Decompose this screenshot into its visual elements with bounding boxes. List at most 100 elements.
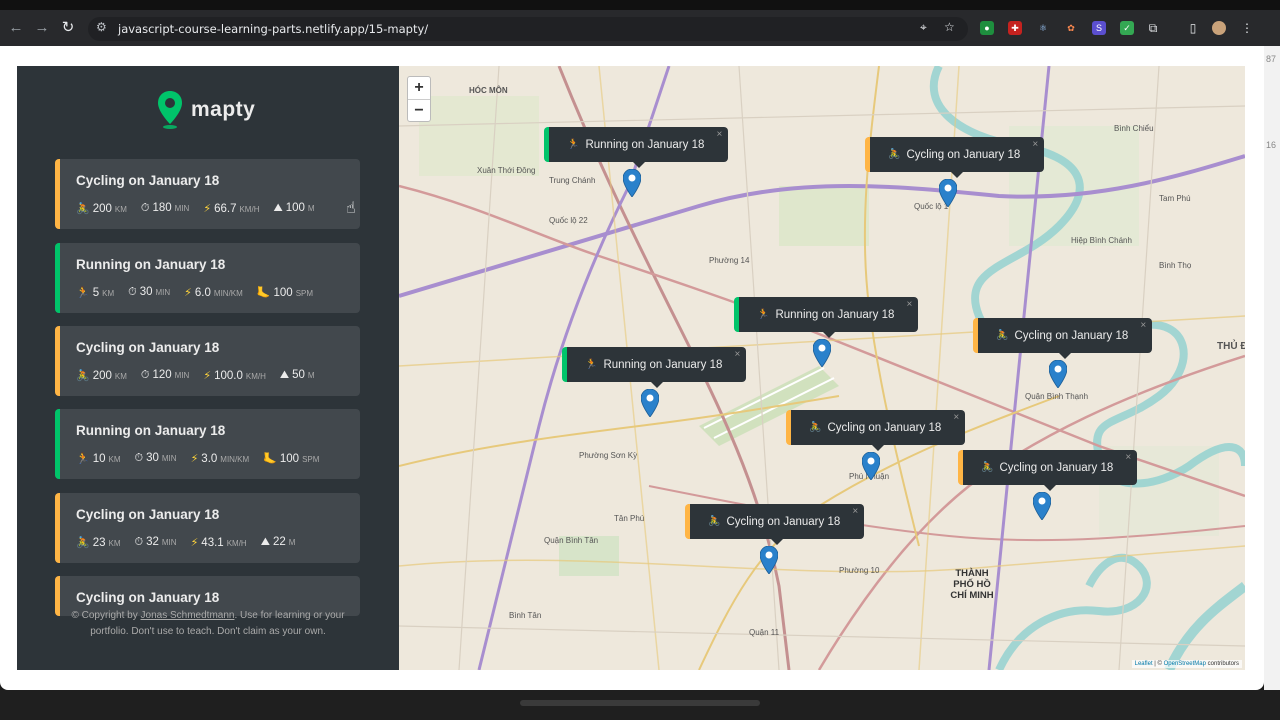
pace-unit: MIN/KM (213, 289, 243, 298)
speed-unit: KM/H (226, 539, 247, 548)
popup-close-icon[interactable]: × (953, 412, 959, 423)
workout-details: 🏃 5 KM ⏱ 30 MIN ⚡ 6.0 MIN/KM 🦶 100 SPM (76, 286, 327, 299)
pace-detail: ⚡ 3.0 MIN/KM (191, 452, 250, 465)
popup-close-icon[interactable]: × (852, 506, 858, 517)
location-icon[interactable]: ⌖ (920, 20, 927, 35)
mountain-icon: ⛰ (279, 369, 290, 381)
map-label: Bình Chiểu (1114, 124, 1154, 133)
distance-unit: KM (108, 455, 121, 464)
distance-unit: KM (102, 289, 115, 298)
extension-s-icon[interactable]: S (1092, 21, 1106, 35)
address-bar[interactable]: ⚙ javascript-course-learning-parts.netli… (88, 17, 968, 41)
extensions-puzzle-icon[interactable]: ⧉ (1146, 21, 1160, 35)
map-marker-icon[interactable] (862, 452, 880, 480)
workout-item[interactable]: Cycling on January 18 🚴 200 KM ⏱ 120 MIN ⚡ 10… (55, 326, 360, 396)
runner-icon: 🏃 (585, 359, 598, 370)
map-marker-icon[interactable] (760, 546, 778, 574)
workout-item[interactable]: Cycling on January 18 🚴 200 KM ⏱ 180 MIN ⚡ 66… (55, 159, 360, 229)
stopwatch-icon: ⏱ (128, 286, 137, 298)
workout-popup[interactable]: 🚴 Cycling on January 18 × (786, 410, 966, 451)
side-panel-icon[interactable]: ▯ (1186, 21, 1200, 35)
map-marker-icon[interactable] (1049, 360, 1067, 388)
distance-value: 200 (92, 370, 112, 382)
distance-value: 5 (92, 287, 100, 299)
distance-unit: KM (108, 539, 121, 548)
cadence-unit: SPM (302, 455, 320, 464)
map-label: Trung Chánh (549, 176, 596, 185)
author-link[interactable]: Jonas Schmedtmann (141, 610, 235, 621)
duration-value: 30 (139, 286, 153, 298)
popup-close-icon[interactable]: × (1125, 452, 1131, 463)
cyclist-icon: 🚴 (996, 330, 1009, 341)
popup-label: Cycling on January 18 (1014, 329, 1129, 342)
extension-red-icon[interactable]: ✚ (1008, 21, 1022, 35)
tab-strip (0, 0, 1280, 10)
extension-orange-icon[interactable]: ✿ (1064, 21, 1078, 35)
duration-detail: ⏱ 30 MIN (128, 286, 170, 299)
duration-value: 180 (152, 202, 172, 214)
reload-icon[interactable]: ↻ (58, 18, 78, 38)
distance-value: 200 (92, 203, 112, 215)
stopwatch-icon: ⏱ (140, 202, 150, 214)
workout-popup[interactable]: 🏃 Running on January 18 × (562, 347, 747, 388)
workout-type-bar (55, 159, 60, 229)
logo-text: mapty (191, 98, 256, 121)
extension-react-icon[interactable]: ⚛ (1036, 21, 1050, 35)
workout-popup[interactable]: 🏃 Running on January 18 × (544, 127, 729, 168)
workout-popup[interactable]: 🚴 Cycling on January 18 × (958, 450, 1138, 491)
footprint-icon: 🦶 (263, 453, 277, 465)
distance-unit: KM (114, 372, 127, 381)
workout-item[interactable]: Running on January 18 🏃 5 KM ⏱ 30 MIN ⚡ 6.0 MI… (55, 243, 360, 313)
workout-popup[interactable]: 🚴 Cycling on January 18 × (685, 504, 865, 545)
popup-close-icon[interactable]: × (907, 299, 913, 310)
workout-details: 🚴 23 KM ⏱ 32 MIN ⚡ 43.1 KM/H ⛰ 22 M (76, 536, 309, 549)
popup-close-icon[interactable]: × (717, 129, 723, 140)
extension-green-icon[interactable]: ● (980, 21, 994, 35)
map-label: Phường 10 (839, 566, 880, 575)
address-url: javascript-course-learning-parts.netlify… (118, 22, 429, 36)
map-marker-icon[interactable] (641, 389, 659, 417)
zoom-out-button[interactable]: − (408, 99, 430, 121)
popup-close-icon[interactable]: × (735, 349, 741, 360)
back-icon[interactable]: ← (6, 18, 26, 38)
workout-item[interactable]: Cycling on January 18 🚴 23 KM ⏱ 32 MIN ⚡ 43.1… (55, 493, 360, 563)
workout-type-bar (55, 243, 60, 313)
map-container[interactable]: HÓC MÔN Xuân Thới Đông Trung Chánh Quốc … (399, 66, 1245, 670)
workout-popup[interactable]: 🏃 Running on January 18 × (734, 297, 919, 338)
cyclist-icon: 🚴 (981, 462, 994, 473)
distance-detail: 🚴 200 KM (76, 202, 127, 215)
popup-close-icon[interactable]: × (1140, 320, 1146, 331)
elevation-detail: ⛰ 50 M (280, 369, 315, 382)
workout-title: Cycling on January 18 (76, 173, 220, 188)
zoom-in-button[interactable]: + (408, 77, 430, 99)
map-label: Xuân Thới Đông (477, 166, 536, 175)
cyclist-icon: 🚴 (76, 370, 90, 382)
speed-value: 43.1 (201, 537, 224, 549)
extension-shield-icon[interactable]: ✓ (1120, 21, 1134, 35)
leaflet-link[interactable]: Leaflet (1135, 661, 1153, 667)
osm-link[interactable]: OpenStreetMap (1164, 661, 1206, 667)
map-label: Quốc lộ 22 (549, 216, 588, 225)
site-info-icon[interactable]: ⚙ (96, 20, 107, 34)
speed-value: 100.0 (214, 370, 243, 382)
map-marker-icon[interactable] (623, 169, 641, 197)
speed-unit: KM/H (245, 372, 266, 381)
workout-item[interactable]: Running on January 18 🏃 10 KM ⏱ 30 MIN ⚡ 3.0 M… (55, 409, 360, 479)
workout-popup[interactable]: 🚴 Cycling on January 18 × (973, 318, 1153, 359)
workout-popup[interactable]: 🚴 Cycling on January 18 × (865, 137, 1045, 178)
forward-icon[interactable]: → (32, 18, 52, 38)
elevation-unit: M (307, 371, 315, 380)
map-marker-icon[interactable] (1033, 492, 1051, 520)
workout-type-bar (55, 326, 60, 396)
bookmark-star-icon[interactable]: ☆ (944, 20, 955, 34)
profile-avatar[interactable] (1212, 21, 1226, 35)
distance-detail: 🚴 200 KM (76, 369, 127, 382)
runner-icon: 🏃 (757, 309, 770, 320)
cadence-value: 100 (273, 287, 293, 299)
map-marker-icon[interactable] (939, 179, 957, 207)
cyclist-icon: 🚴 (809, 422, 822, 433)
popup-close-icon[interactable]: × (1032, 139, 1038, 150)
mountain-icon: ⛰ (273, 202, 283, 214)
map-marker-icon[interactable] (813, 339, 831, 367)
browser-menu-icon[interactable]: ⋮ (1240, 21, 1254, 35)
